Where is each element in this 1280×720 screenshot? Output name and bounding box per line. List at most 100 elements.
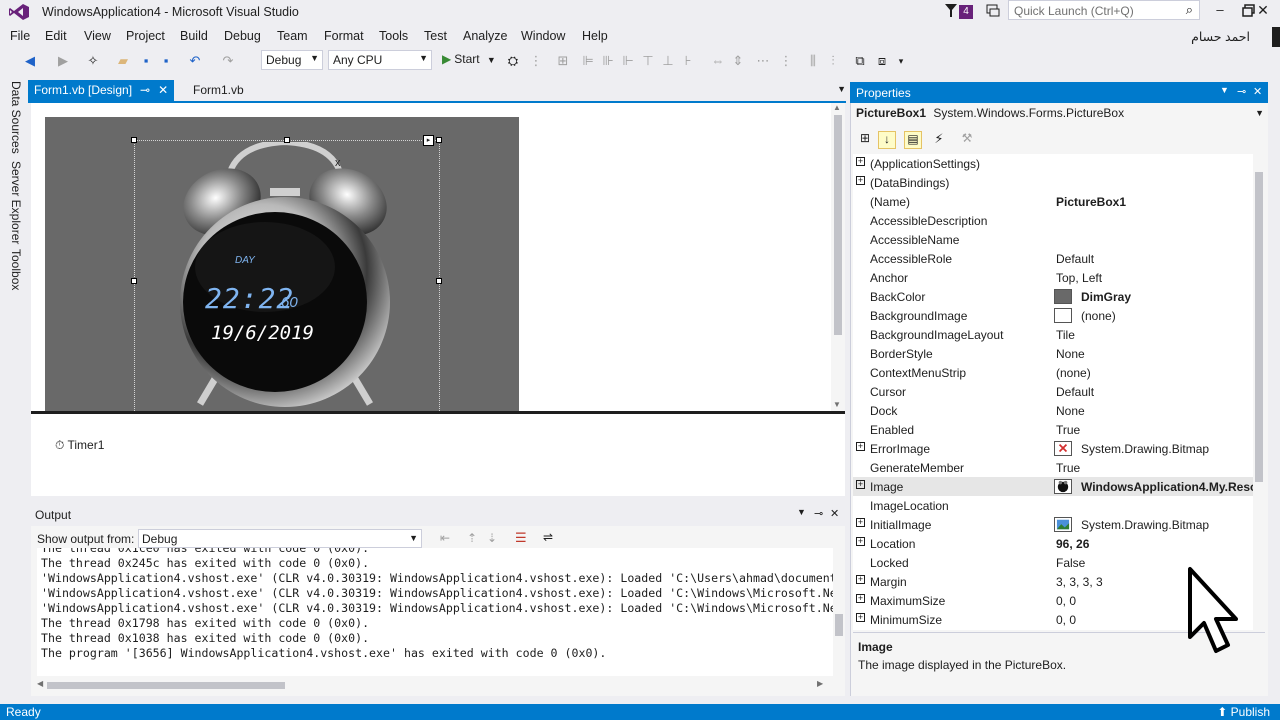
prop-row-accessiblerole[interactable]: AccessibleRole Default [853,249,1253,268]
account-icon[interactable] [1272,27,1280,47]
right-tool-tabs[interactable] [1270,77,1280,697]
scroll-thumb[interactable] [1255,172,1263,482]
menu-team[interactable]: Team [277,29,308,43]
align-rights-icon[interactable]: ⊩ [620,53,636,69]
toggle-word-wrap-icon[interactable]: ⇌ [543,530,553,544]
property-grid-scrollbar[interactable] [1253,154,1265,630]
layout-icon[interactable]: ⋮ [528,53,544,69]
menu-edit[interactable]: Edit [45,29,67,43]
forward-icon[interactable]: ▶ [55,53,71,69]
center-horizontally-icon[interactable]: ⫼ [805,53,821,69]
expand-icon[interactable]: + [856,442,865,451]
scroll-thumb[interactable] [835,614,843,636]
output-vertical-scrollbar[interactable] [833,548,845,676]
expand-icon[interactable]: + [856,613,865,622]
expand-icon[interactable]: + [856,176,865,185]
prop-row-generatemember[interactable]: GenerateMember True [853,458,1253,477]
horizontal-spacing-icon[interactable]: ⋯ [755,53,771,69]
expand-icon[interactable]: + [856,480,865,489]
new-project-icon[interactable]: ✧ [85,53,101,69]
scroll-left-icon[interactable]: ◀ [37,679,43,688]
align-bottoms-icon[interactable]: ⊦ [680,53,696,69]
prop-row-databindings[interactable]: + (DataBindings) [853,173,1253,192]
resize-handle[interactable] [131,278,137,284]
menu-analyze[interactable]: Analyze [463,29,507,43]
prop-row-anchor[interactable]: Anchor Top, Left [853,268,1253,287]
scroll-thumb[interactable] [47,682,285,689]
expand-icon[interactable]: + [856,518,865,527]
prop-row-accessiblename[interactable]: AccessibleName [853,230,1253,249]
save-all-icon[interactable]: ▪ [158,53,174,69]
pin-icon[interactable]: ⊸ [140,83,150,99]
prop-row-enabled[interactable]: Enabled True [853,420,1253,439]
scroll-down-icon[interactable]: ▼ [833,400,841,409]
align-centers-icon[interactable]: ⊪ [600,53,616,69]
align-grid-icon[interactable]: ⊞ [555,53,571,69]
tab-form1-code[interactable]: Form1.vb [193,83,244,97]
timer1-component[interactable]: ⏱ Timer1 [55,438,104,453]
prop-row-location[interactable]: + Location 96, 26 [853,534,1253,553]
start-button[interactable]: ▶ Start ▼ [442,52,496,66]
prop-row-dock[interactable]: Dock None [853,401,1253,420]
properties-view-icon[interactable]: ▤ [904,131,922,149]
prop-row-accessibledescription[interactable]: AccessibleDescription [853,211,1253,230]
expand-icon[interactable]: + [856,157,865,166]
notification-badge[interactable]: 4 [959,5,973,19]
publish-button[interactable]: ⬆ Publish [1217,705,1270,719]
bring-to-front-icon[interactable]: ⧉ [852,53,868,69]
tab-form1-design[interactable]: Form1.vb [Design] ⊸ ✕ [28,80,175,102]
previous-message-icon[interactable]: ⇡ [467,531,477,545]
open-file-icon[interactable]: ▰ [115,53,131,69]
pin-icon[interactable]: ⊸ [814,507,823,520]
tab-data-sources[interactable]: Data Sources [9,81,23,154]
align-tops-icon[interactable]: ⊤ [640,53,656,69]
menu-project[interactable]: Project [126,29,165,43]
menu-tools[interactable]: Tools [379,29,408,43]
prop-row-cursor[interactable]: Cursor Default [853,382,1253,401]
minimize-button[interactable]: – [1209,2,1231,20]
resize-handle[interactable] [284,137,290,143]
attach-icon[interactable]: ⛭ [505,53,521,69]
prop-row-backgroundimagelayout[interactable]: BackgroundImageLayout Tile [853,325,1253,344]
prop-row-applicationsettings[interactable]: + (ApplicationSettings) [853,154,1253,173]
prop-row-image[interactable]: + Image WindowsApplication4.My.Resour [853,477,1253,496]
tab-server-explorer[interactable]: Server Explorer [9,161,23,244]
alphabetical-icon[interactable]: ↓ [878,131,896,149]
undo-icon[interactable]: ↶ [187,53,203,69]
tab-list-dropdown-icon[interactable]: ▼ [837,84,846,94]
menu-file[interactable]: File [10,29,30,43]
property-pages-icon[interactable]: ⚒ [958,131,976,149]
close-icon[interactable]: ✕ [158,83,168,99]
back-icon[interactable]: ◀ [22,53,38,69]
quick-launch-input[interactable]: Quick Launch (Ctrl+Q) ⌕ [1008,0,1200,20]
prop-row-name[interactable]: (Name) PictureBox1 [853,192,1253,211]
designer-vertical-scrollbar[interactable]: ▲ ▼ [831,103,845,411]
feedback-icon[interactable] [985,3,1001,19]
expand-icon[interactable]: + [856,594,865,603]
close-window-button[interactable]: ✕ [1252,2,1274,20]
prop-row-backcolor[interactable]: BackColor DimGray [853,287,1253,306]
scroll-up-icon[interactable]: ▲ [833,103,841,112]
align-middles-icon[interactable]: ⊥ [660,53,676,69]
align-lefts-icon[interactable]: ⊫ [580,53,596,69]
window-position-dropdown-icon[interactable]: ▼ [797,507,806,517]
menu-view[interactable]: View [84,29,111,43]
vertical-spacing-icon[interactable]: ⋮ [778,53,794,69]
close-icon[interactable]: ✕ [1253,85,1262,98]
events-icon[interactable]: ⚡ [930,131,948,149]
solution-config-select[interactable]: Debug ▼ [261,50,323,70]
smart-tag-icon[interactable]: ▸ [423,135,434,146]
clear-all-icon[interactable]: ☰ [515,530,527,546]
prop-row-contextmenustrip[interactable]: ContextMenuStrip (none) [853,363,1253,382]
object-selector[interactable]: PictureBox1 System.Windows.Forms.Picture… [856,106,1266,124]
menu-build[interactable]: Build [180,29,208,43]
tab-toolbox[interactable]: Toolbox [9,249,23,290]
close-icon[interactable]: ✕ [830,507,839,520]
menu-format[interactable]: Format [324,29,364,43]
categorized-icon[interactable]: ⊞ [856,131,874,149]
prop-row-initialimage[interactable]: + InitialImage System.Drawing.Bitmap [853,515,1253,534]
expand-icon[interactable]: + [856,575,865,584]
menu-test[interactable]: Test [424,29,447,43]
make-same-height-icon[interactable]: ⇕ [730,53,746,69]
prop-row-backgroundimage[interactable]: BackgroundImage (none) [853,306,1253,325]
